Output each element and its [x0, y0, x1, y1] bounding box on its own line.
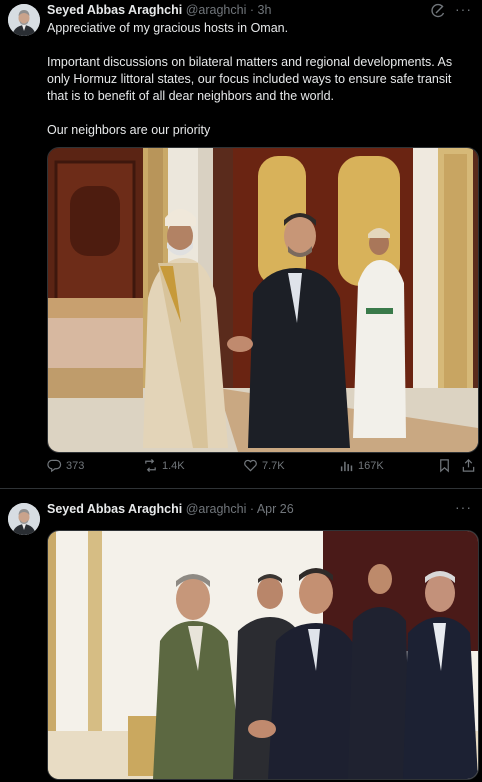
- views-count: 167K: [358, 459, 384, 472]
- tweet-photo[interactable]: [47, 147, 479, 453]
- reply-icon: [47, 459, 62, 473]
- tweet-2[interactable]: Seyed Abbas Araghchi @araghchi · Apr 26 …: [0, 489, 482, 782]
- avatar[interactable]: [8, 4, 40, 36]
- tweet-text: Appreciative of my gracious hosts in Oma…: [47, 20, 472, 139]
- tweet-paragraph: Important discussions on bilateral matte…: [47, 55, 453, 103]
- tweet-1[interactable]: Seyed Abbas Araghchi @araghchi · 3h ··· …: [0, 0, 482, 489]
- separator: ·: [249, 502, 255, 516]
- repost-count: 1.4K: [162, 459, 185, 472]
- tweet-paragraph: Appreciative of my gracious hosts in Oma…: [47, 21, 289, 35]
- like-count: 7.7K: [262, 459, 285, 472]
- like-button[interactable]: 7.7K: [243, 458, 285, 473]
- views-icon: [340, 461, 353, 472]
- author-name[interactable]: Seyed Abbas Araghchi: [47, 502, 182, 516]
- bookmark-icon: [440, 459, 449, 473]
- tweet-actions: 373 1.4K 7.7K 167K: [47, 458, 477, 480]
- reply-count: 373: [66, 459, 85, 472]
- author-handle[interactable]: @araghchi: [186, 3, 247, 17]
- avatar[interactable]: [8, 503, 40, 535]
- more-icon[interactable]: ···: [455, 499, 472, 515]
- repost-icon: [145, 458, 156, 473]
- share-icon: [462, 459, 475, 472]
- separator: ·: [249, 3, 255, 17]
- author-name[interactable]: Seyed Abbas Araghchi: [47, 3, 182, 17]
- repost-button[interactable]: 1.4K: [143, 458, 185, 473]
- tweet-paragraph: Our neighbors are our priority: [47, 123, 211, 137]
- tweet-header: Seyed Abbas Araghchi @araghchi · 3h: [47, 3, 271, 17]
- more-icon[interactable]: ···: [455, 1, 472, 17]
- author-handle[interactable]: @araghchi: [186, 502, 247, 516]
- tweet-header: Seyed Abbas Araghchi @araghchi · Apr 26: [47, 502, 294, 516]
- timestamp[interactable]: 3h: [258, 3, 272, 17]
- reply-button[interactable]: 373: [47, 458, 84, 473]
- tweet-photo[interactable]: [47, 530, 479, 780]
- views-button[interactable]: 167K: [339, 458, 384, 473]
- share-button[interactable]: [461, 458, 476, 473]
- timestamp[interactable]: Apr 26: [257, 502, 294, 516]
- bookmark-button[interactable]: [437, 458, 452, 473]
- grok-icon[interactable]: [430, 3, 446, 19]
- like-icon: [244, 459, 257, 472]
